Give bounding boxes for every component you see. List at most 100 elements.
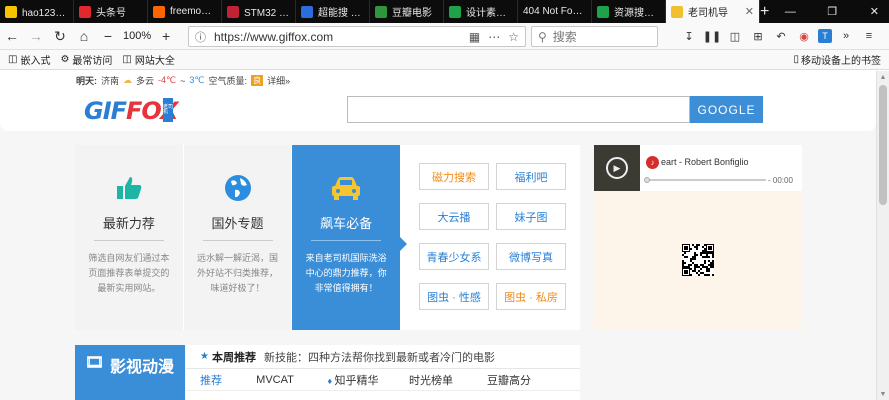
feature-recommend[interactable]: 最新力荐 筛选自网友们通过本页面推荐表单提交的最新实用网站。 (75, 145, 184, 330)
quick-link[interactable]: 福利吧 (496, 163, 567, 190)
zoom-out-icon[interactable]: − (96, 24, 120, 48)
progress-bar[interactable] (644, 177, 766, 183)
csdn-icon (227, 5, 239, 18)
overflow-icon[interactable]: » (837, 26, 855, 46)
divider (93, 240, 164, 241)
link-mtime[interactable]: 时光榜单 (392, 372, 470, 388)
sidebar-icon[interactable]: ◫ (726, 26, 744, 46)
tab-0[interactable]: hao123_上 (0, 0, 74, 23)
bookmark-most-visited[interactable]: ⚙ 最常访问 (60, 52, 112, 67)
feature-foreign[interactable]: 国外专题 远水解一解近渴，国外好站不归类推荐，味道好极了！ (183, 145, 293, 330)
weather-widget: 明天: 济南 ☁ 多云 -4℃ ~ 3℃ 空气质量: 良 详细» (76, 74, 290, 87)
feature-racing[interactable]: 飙车必备 来自老司机国际洗浴中心的鼎力推荐，你非常值得拥有！ (292, 145, 407, 330)
translate-icon[interactable]: T (818, 29, 832, 43)
tab-3[interactable]: STM32 移植 (222, 0, 296, 23)
tab-label: 头条号 (96, 8, 126, 19)
tab-4[interactable]: 超能搜 - 百 (296, 0, 370, 23)
phone-icon: ▯ (793, 54, 799, 65)
tab-7[interactable]: 404 Not Found (518, 0, 592, 23)
tab-1[interactable]: 头条号 (74, 0, 148, 23)
tab-2[interactable]: freemodbu (148, 0, 222, 23)
bookmark-site-directory[interactable]: ◫ 网站大全 (122, 52, 174, 67)
tab-6[interactable]: 设计素材搜 (444, 0, 518, 23)
movies-section-label[interactable]: 🎞 影视动漫 (75, 345, 185, 400)
info-icon[interactable]: ⓘ (195, 29, 206, 45)
aqi-badge: 良 (251, 75, 264, 86)
tab-list: hao123_上 头条号 freemodbu STM32 移植 超能搜 - 百 豆瓣电影 设… (0, 0, 760, 23)
quick-link[interactable]: 青春少女系 (419, 243, 490, 270)
film-icon: 🎞 (85, 354, 105, 371)
search-input[interactable]: ⚲ 搜索 (531, 26, 658, 47)
tab-8[interactable]: 资源搜索 - (592, 0, 666, 23)
tab-label: 超能搜 - 百 (318, 8, 364, 19)
link-mvcat[interactable]: MVCAT (236, 374, 314, 386)
extension-icon[interactable]: ◉ (795, 26, 813, 46)
quick-link[interactable]: 妹子图 (496, 203, 567, 230)
download-icon[interactable]: ↧ (680, 26, 698, 46)
news-link[interactable]: 新技能：四种方法帮你找到最新或者冷门的电影 (264, 349, 495, 365)
scroll-thumb[interactable] (879, 85, 887, 205)
movies-label-text: 影视动漫 (110, 359, 175, 376)
menu-icon[interactable]: ≡ (860, 26, 878, 46)
quick-link[interactable]: 图虫 · 私房 (496, 283, 567, 310)
close-window-button[interactable]: ✕ (853, 0, 889, 23)
minimize-button[interactable]: — (769, 0, 811, 23)
qr-icon[interactable]: ▦ (469, 30, 480, 44)
logo-badge: 老司机 (163, 98, 173, 122)
quick-link[interactable]: 大云播 (419, 203, 490, 230)
google-search-button[interactable]: GOOGLE (690, 96, 763, 123)
song-title: eart - Robert Bonfiglio (661, 157, 749, 167)
zoom-level[interactable]: 100% (120, 30, 154, 42)
google-search-input[interactable] (347, 96, 690, 123)
weather-low: -4℃ (158, 75, 177, 85)
mobile-bookmarks-label: 移动设备上的书签 (801, 56, 881, 67)
time-display: - 00:00 (768, 176, 793, 185)
library-icon[interactable]: ❚❚ (703, 26, 721, 46)
link-recommend[interactable]: 推荐 (186, 372, 236, 388)
mobile-bookmarks[interactable]: ▯ 移动设备上的书签 (793, 52, 881, 67)
home-icon[interactable]: ⌂ (72, 24, 96, 48)
tab-5[interactable]: 豆瓣电影 (370, 0, 444, 23)
back-icon[interactable]: ← (0, 24, 24, 48)
page-actions-icon[interactable]: ⋯ (488, 30, 500, 44)
hao123-icon (5, 5, 17, 18)
play-icon[interactable]: ▶ (606, 157, 628, 179)
tab-9[interactable]: 老司机导 ✕ (666, 0, 760, 23)
url-text[interactable]: https://www.giffox.com (214, 30, 333, 44)
quick-link[interactable]: 磁力搜索 (419, 163, 490, 190)
quick-link[interactable]: 图虫 · 性感 (419, 283, 490, 310)
scroll-up-icon[interactable]: ▲ (877, 71, 889, 83)
search-placeholder: 搜索 (552, 30, 577, 44)
page-scrollbar[interactable]: ▲ ▼ (876, 71, 889, 400)
scroll-down-icon[interactable]: ▼ (877, 388, 889, 400)
bookmark-star-icon[interactable]: ☆ (508, 30, 519, 44)
quick-links-grid: 磁力搜索 福利吧 大云播 妹子图 青春少女系 微博写真 图虫 · 性感 图虫 · 私房 (401, 145, 580, 330)
url-bar[interactable]: ⓘ https://www.giffox.com ▦ ⋯ ☆ (188, 26, 526, 47)
progress-knob[interactable] (644, 177, 650, 183)
gear-icon: ⚙ (60, 54, 70, 65)
zoom-in-icon[interactable]: + (154, 24, 178, 48)
folder-icon: ◫ (122, 54, 132, 65)
site-header: 明天: 济南 ☁ 多云 -4℃ ~ 3℃ 空气质量: 良 详细» GIFFOX … (0, 71, 876, 131)
tab-label: STM32 移植 (244, 8, 290, 19)
weather-city[interactable]: 济南 (101, 74, 119, 87)
weather-detail-link[interactable]: 详细» (267, 74, 290, 87)
maximize-button[interactable]: ❐ (811, 0, 853, 23)
new-tab-button[interactable]: + (760, 0, 769, 23)
link-zhihu[interactable]: ♦ 知乎精华 (314, 372, 392, 388)
undo-icon[interactable]: ↶ (772, 26, 790, 46)
bookmark-embedded[interactable]: ◫ 嵌入式 (8, 52, 50, 67)
reload-icon[interactable]: ↻ (48, 24, 72, 48)
close-tab-icon[interactable]: ✕ (742, 5, 754, 18)
aqi-label: 空气质量: (208, 76, 248, 86)
feature-desc: 筛选自网友们通过本页面推荐表单提交的最新实用网站。 (88, 253, 170, 293)
crop-icon[interactable]: ⊞ (749, 26, 767, 46)
cloud-icon: ☁ (123, 75, 133, 85)
quick-link[interactable]: 微博写真 (496, 243, 567, 270)
shield-icon (597, 5, 609, 18)
link-douban-top[interactable]: 豆瓣高分 (470, 372, 548, 388)
forward-icon[interactable]: → (24, 24, 48, 48)
web-page: 明天: 济南 ☁ 多云 -4℃ ~ 3℃ 空气质量: 良 详细» GIFFOX … (0, 71, 876, 400)
feature-title: 国外专题 (211, 216, 264, 231)
tab-label: 豆瓣电影 (392, 8, 432, 19)
